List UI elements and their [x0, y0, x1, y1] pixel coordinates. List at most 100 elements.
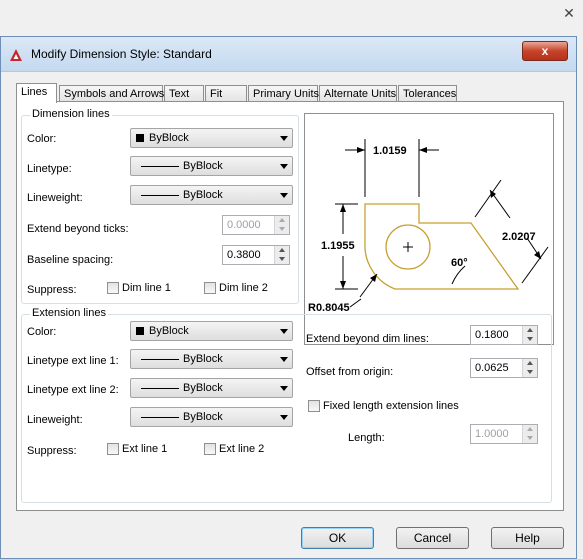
dim-linetype-label: Linetype:: [27, 163, 72, 175]
ext-color-value: ByBlock: [149, 325, 189, 337]
extend-beyond-ticks-input[interactable]: 0.0000: [222, 215, 290, 235]
chevron-down-icon: [280, 415, 288, 420]
ext-suppress-label: Suppress:: [27, 445, 77, 457]
extend-beyond-ticks-label: Extend beyond ticks:: [27, 223, 129, 235]
extension-lines-group: Extension lines Color: ByBlock Linetype …: [21, 307, 552, 503]
dim-line-1-label: Dim line 1: [122, 282, 171, 294]
dialog-titlebar: Modify Dimension Style: Standard x: [1, 37, 576, 72]
dimension-lines-title: Dimension lines: [30, 108, 112, 120]
chevron-down-icon: [280, 136, 288, 141]
ext-line-2-label: Ext line 2: [219, 443, 265, 455]
tab-lines[interactable]: Lines: [16, 83, 57, 103]
outer-window-bar: ✕: [0, 0, 583, 30]
dimension-lines-group: Dimension lines Color: ByBlock Linetype:…: [21, 108, 299, 304]
line-sample: [141, 417, 179, 418]
tab-tolerances[interactable]: Tolerances: [398, 85, 457, 101]
line-sample: [141, 388, 179, 389]
dim-color-value: ByBlock: [149, 132, 189, 144]
spinner[interactable]: [274, 246, 289, 264]
extend-beyond-dim-label: Extend beyond dim lines:: [306, 333, 429, 345]
modify-dimension-style-dialog: Modify Dimension Style: Standard x Lines…: [0, 36, 577, 559]
dim-line-1-checkbox[interactable]: [107, 282, 119, 294]
dim-line-2-label: Dim line 2: [219, 282, 268, 294]
ext-line-2-checkbox[interactable]: [204, 443, 216, 455]
ext-linetype2-select[interactable]: ByBlock: [130, 378, 293, 398]
offset-from-origin-value: 0.0625: [475, 362, 509, 374]
ext-linetype2-value: ByBlock: [183, 382, 223, 394]
chevron-down-icon: [280, 386, 288, 391]
dim-linetype-value: ByBlock: [183, 160, 223, 172]
ext-line-1-label: Ext line 1: [122, 443, 168, 455]
extension-lines-title: Extension lines: [30, 307, 108, 319]
radius-leader: [349, 298, 362, 308]
dim-color-label: Color:: [27, 133, 57, 145]
chevron-down-icon: [280, 193, 288, 198]
extend-beyond-dim-input[interactable]: 0.1800: [470, 325, 538, 345]
dim-color-select[interactable]: ByBlock: [130, 128, 293, 148]
color-swatch: [136, 134, 144, 142]
preview-angle: 60°: [451, 257, 468, 269]
dimension-preview: 1.0159 1.1955 2.0207 60° R0.8045: [304, 113, 554, 345]
spin-down-icon[interactable]: [275, 225, 289, 234]
preview-dim-top: 1.0159: [373, 145, 407, 157]
preview-drawing: 1.0159 1.1955 2.0207 60° R0.8045: [308, 139, 549, 314]
line-sample: [141, 166, 179, 167]
tab-fit[interactable]: Fit: [205, 85, 247, 101]
baseline-spacing-input[interactable]: 0.3800: [222, 245, 290, 265]
ext-linetype1-label: Linetype ext line 1:: [27, 355, 119, 367]
tab-text[interactable]: Text: [164, 85, 204, 101]
tab-primary-units[interactable]: Primary Units: [248, 85, 319, 101]
ext-color-select[interactable]: ByBlock: [130, 321, 293, 341]
preview-dimension-lines: [335, 139, 549, 298]
dim-lineweight-label: Lineweight:: [27, 192, 83, 204]
preview-radius: R0.8045: [308, 302, 350, 314]
fixed-length-label: Fixed length extension lines: [323, 400, 459, 412]
offset-from-origin-input[interactable]: 0.0625: [470, 358, 538, 378]
chevron-down-icon: [280, 164, 288, 169]
line-sample: [141, 195, 179, 196]
preview-dim-right: 2.0207: [502, 231, 536, 243]
length-input[interactable]: 1.0000: [470, 424, 538, 444]
dim-lineweight-select[interactable]: ByBlock: [130, 185, 293, 205]
ext-lineweight-select[interactable]: ByBlock: [130, 407, 293, 427]
ext-linetype1-value: ByBlock: [183, 353, 223, 365]
ext-line-1-checkbox[interactable]: [107, 443, 119, 455]
ext-lineweight-label: Lineweight:: [27, 414, 83, 426]
preview-dim-left: 1.1955: [321, 240, 355, 252]
preview-shape: [364, 203, 520, 290]
tab-alternate-units[interactable]: Alternate Units: [319, 85, 397, 101]
spinner[interactable]: [522, 326, 537, 344]
extend-beyond-ticks-value: 0.0000: [227, 219, 261, 231]
spin-down-icon[interactable]: [523, 434, 537, 443]
dim-linetype-select[interactable]: ByBlock: [130, 156, 293, 176]
ext-linetype1-select[interactable]: ByBlock: [130, 349, 293, 369]
baseline-spacing-label: Baseline spacing:: [27, 254, 114, 266]
dim-suppress-label: Suppress:: [27, 284, 77, 296]
help-button[interactable]: Help: [491, 527, 564, 549]
dim-line-2-checkbox[interactable]: [204, 282, 216, 294]
center-mark-icon: [403, 242, 413, 252]
length-label: Length:: [348, 432, 385, 444]
spin-down-icon[interactable]: [523, 368, 537, 377]
ext-lineweight-value: ByBlock: [183, 411, 223, 423]
chevron-down-icon: [280, 357, 288, 362]
lines-tab-panel: Dimension lines Color: ByBlock Linetype:…: [16, 101, 564, 511]
cancel-button[interactable]: Cancel: [396, 527, 469, 549]
ext-linetype2-label: Linetype ext line 2:: [27, 384, 119, 396]
spin-down-icon[interactable]: [523, 335, 537, 344]
chevron-down-icon: [280, 329, 288, 334]
spinner[interactable]: [522, 359, 537, 377]
spinner[interactable]: [274, 216, 289, 234]
dialog-title: Modify Dimension Style: Standard: [31, 47, 212, 61]
length-value: 1.0000: [475, 428, 509, 440]
dialog-close-button[interactable]: x: [522, 41, 568, 61]
line-sample: [141, 359, 179, 360]
spin-down-icon[interactable]: [275, 255, 289, 264]
spinner[interactable]: [522, 425, 537, 443]
autocad-logo-icon: [10, 49, 22, 61]
ok-button[interactable]: OK: [301, 527, 374, 549]
tab-symbols-and-arrows[interactable]: Symbols and Arrows: [59, 85, 164, 101]
fixed-length-checkbox[interactable]: [308, 400, 320, 412]
dim-lineweight-value: ByBlock: [183, 189, 223, 201]
outer-close-icon[interactable]: ✕: [561, 5, 577, 21]
